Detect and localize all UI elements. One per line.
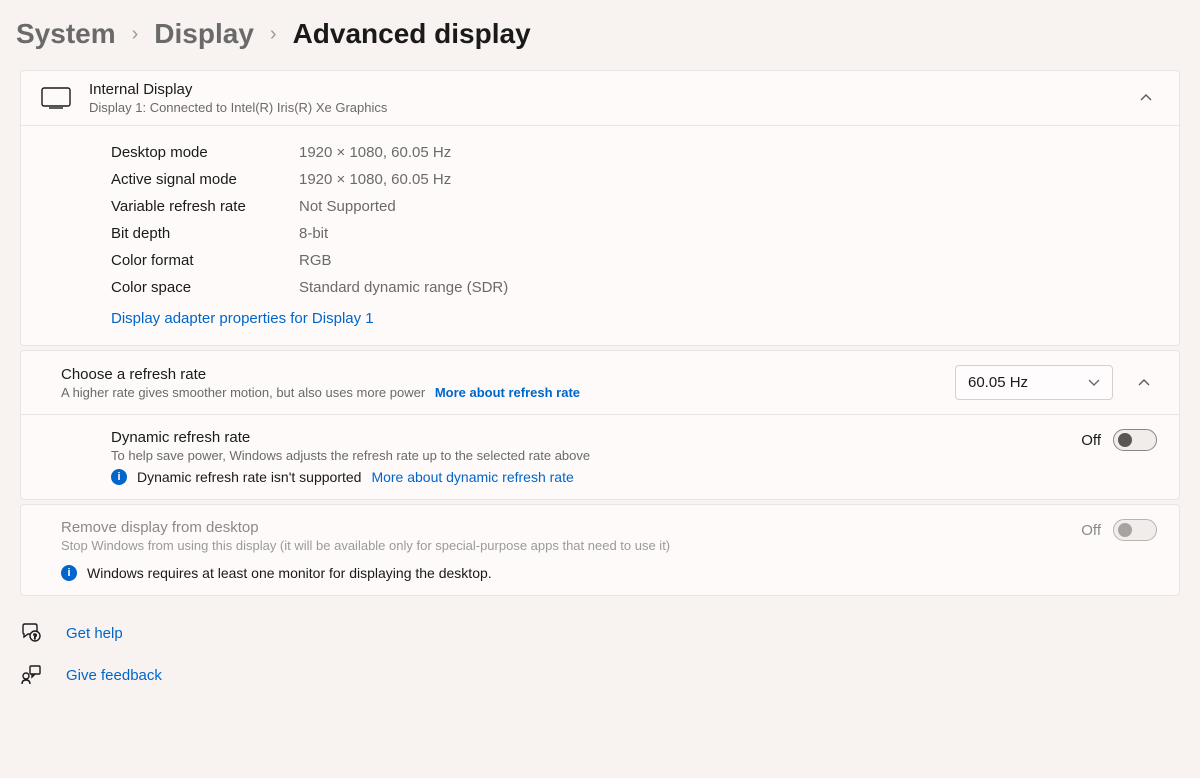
- chevron-up-icon[interactable]: [1131, 369, 1157, 397]
- value-color-format: RGB: [299, 252, 332, 269]
- label-color-format: Color format: [111, 252, 299, 269]
- breadcrumb: System › Display › Advanced display: [0, 0, 1200, 70]
- refresh-subtitle: A higher rate gives smoother motion, but…: [61, 385, 955, 400]
- info-icon: i: [111, 469, 127, 485]
- info-icon: i: [61, 565, 77, 581]
- breadcrumb-advanced-display: Advanced display: [293, 18, 531, 50]
- get-help-text: Get help: [66, 625, 123, 642]
- toggle-knob: [1118, 433, 1132, 447]
- refresh-title: Choose a refresh rate: [61, 366, 955, 383]
- display-info-card: Internal Display Display 1: Connected to…: [20, 70, 1180, 346]
- give-feedback-link[interactable]: Give feedback: [20, 664, 1180, 686]
- label-active-signal: Active signal mode: [111, 171, 299, 188]
- remove-title: Remove display from desktop: [61, 519, 1081, 536]
- dynamic-toggle-label: Off: [1081, 432, 1101, 449]
- value-desktop-mode: 1920 × 1080, 60.05 Hz: [299, 144, 451, 161]
- more-dynamic-link[interactable]: More about dynamic refresh rate: [371, 469, 573, 485]
- remove-toggle: [1113, 519, 1157, 541]
- dynamic-toggle[interactable]: [1113, 429, 1157, 451]
- value-active-signal: 1920 × 1080, 60.05 Hz: [299, 171, 451, 188]
- svg-text:?: ?: [33, 633, 36, 641]
- value-bit-depth: 8-bit: [299, 225, 328, 242]
- toggle-knob: [1118, 523, 1132, 537]
- chevron-right-icon: ›: [132, 23, 139, 46]
- remove-note: Windows requires at least one monitor fo…: [87, 565, 492, 581]
- more-refresh-link[interactable]: More about refresh rate: [435, 385, 580, 400]
- dynamic-subtitle: To help save power, Windows adjusts the …: [111, 448, 1065, 463]
- help-icon: ?: [20, 622, 42, 644]
- display-subtitle: Display 1: Connected to Intel(R) Iris(R)…: [89, 100, 1115, 115]
- monitor-icon: [41, 87, 71, 109]
- give-feedback-text: Give feedback: [66, 667, 162, 684]
- chevron-up-icon[interactable]: [1133, 84, 1159, 112]
- chevron-down-icon: [1088, 376, 1100, 390]
- display-header[interactable]: Internal Display Display 1: Connected to…: [21, 71, 1179, 125]
- dynamic-title: Dynamic refresh rate: [111, 429, 1065, 446]
- remove-toggle-label: Off: [1081, 522, 1101, 539]
- label-variable-refresh: Variable refresh rate: [111, 198, 299, 215]
- refresh-rate-dropdown[interactable]: 60.05 Hz: [955, 365, 1113, 400]
- label-bit-depth: Bit depth: [111, 225, 299, 242]
- dynamic-refresh-row: Dynamic refresh rate To help save power,…: [21, 414, 1179, 499]
- dynamic-note: Dynamic refresh rate isn't supported: [137, 469, 361, 485]
- value-variable-refresh: Not Supported: [299, 198, 396, 215]
- get-help-link[interactable]: ? Get help: [20, 622, 1180, 644]
- display-info-block: Desktop mode 1920 × 1080, 60.05 Hz Activ…: [21, 125, 1179, 345]
- label-desktop-mode: Desktop mode: [111, 144, 299, 161]
- feedback-icon: [20, 664, 42, 686]
- refresh-rate-card: Choose a refresh rate A higher rate give…: [20, 350, 1180, 500]
- footer-links: ? Get help Give feedback: [20, 622, 1180, 686]
- value-color-space: Standard dynamic range (SDR): [299, 279, 508, 296]
- adapter-properties-link[interactable]: Display adapter properties for Display 1: [111, 310, 374, 327]
- display-title: Internal Display: [89, 81, 1115, 98]
- breadcrumb-system[interactable]: System: [16, 18, 116, 50]
- label-color-space: Color space: [111, 279, 299, 296]
- chevron-right-icon: ›: [270, 23, 277, 46]
- remove-subtitle: Stop Windows from using this display (it…: [61, 538, 1081, 553]
- breadcrumb-display[interactable]: Display: [154, 18, 254, 50]
- remove-display-card: Remove display from desktop Stop Windows…: [20, 504, 1180, 596]
- refresh-rate-value: 60.05 Hz: [968, 374, 1028, 391]
